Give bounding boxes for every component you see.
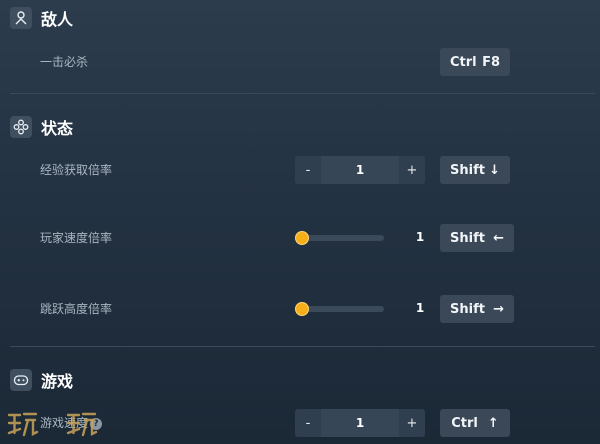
stepper-value[interactable]: 1	[321, 409, 399, 437]
slider-handle[interactable]	[295, 231, 309, 245]
row-label-player-speed: 玩家速度倍率	[40, 231, 113, 245]
hotkey-jump-height[interactable]: Shift →	[440, 295, 514, 323]
section-header-enemy: 敌人	[10, 6, 73, 30]
hotkey-player-speed[interactable]: Shift ←	[440, 224, 514, 252]
increment-button[interactable]: +	[399, 163, 425, 178]
stepper-value[interactable]: 1	[321, 156, 399, 184]
gamepad-icon	[10, 369, 32, 391]
row-label-exp-multiplier: 经验获取倍率	[40, 163, 113, 177]
decrement-button[interactable]: -	[295, 416, 321, 431]
exp-multiplier-stepper: - 1 +	[295, 156, 425, 184]
game-speed-stepper: - 1 +	[295, 409, 425, 437]
increment-button[interactable]: +	[399, 416, 425, 431]
arrow-right-icon: →	[493, 301, 504, 317]
hotkey-key: Shift	[450, 301, 485, 317]
site-logo-watermark	[7, 412, 98, 437]
arrow-left-icon: ←	[493, 230, 504, 246]
hotkey-key: F8	[482, 54, 500, 70]
hotkey-game-speed[interactable]: Ctrl ↑	[440, 409, 510, 437]
player-speed-value: 1	[415, 230, 425, 244]
divider	[10, 93, 595, 94]
player-speed-slider[interactable]	[295, 231, 384, 245]
hotkey-one-hit-kill[interactable]: Ctrl F8	[440, 48, 510, 76]
section-header-status: 状态	[10, 115, 73, 139]
section-header-game: 游戏	[10, 368, 73, 392]
section-title-enemy: 敌人	[41, 10, 74, 29]
hotkey-key: Shift	[450, 162, 485, 178]
hotkey-exp-multiplier[interactable]: Shift ↓	[440, 156, 510, 184]
divider	[10, 346, 595, 347]
person-icon	[10, 7, 32, 29]
hotkey-key: Ctrl	[450, 54, 477, 70]
section-title-game: 游戏	[41, 372, 74, 391]
arrow-down-icon: ↓	[489, 162, 500, 178]
arrow-up-icon: ↑	[487, 415, 499, 431]
section-title-status: 状态	[41, 119, 74, 138]
slider-handle[interactable]	[295, 302, 309, 316]
row-label-jump-height: 跳跃高度倍率	[40, 302, 113, 316]
hotkey-key: Ctrl	[451, 415, 478, 431]
hotkey-key: Shift	[450, 230, 485, 246]
jump-height-slider[interactable]	[295, 302, 384, 316]
dpad-icon	[10, 116, 32, 138]
jump-height-value: 1	[415, 301, 425, 315]
decrement-button[interactable]: -	[295, 163, 321, 178]
row-label-one-hit-kill: 一击必杀	[40, 55, 89, 69]
